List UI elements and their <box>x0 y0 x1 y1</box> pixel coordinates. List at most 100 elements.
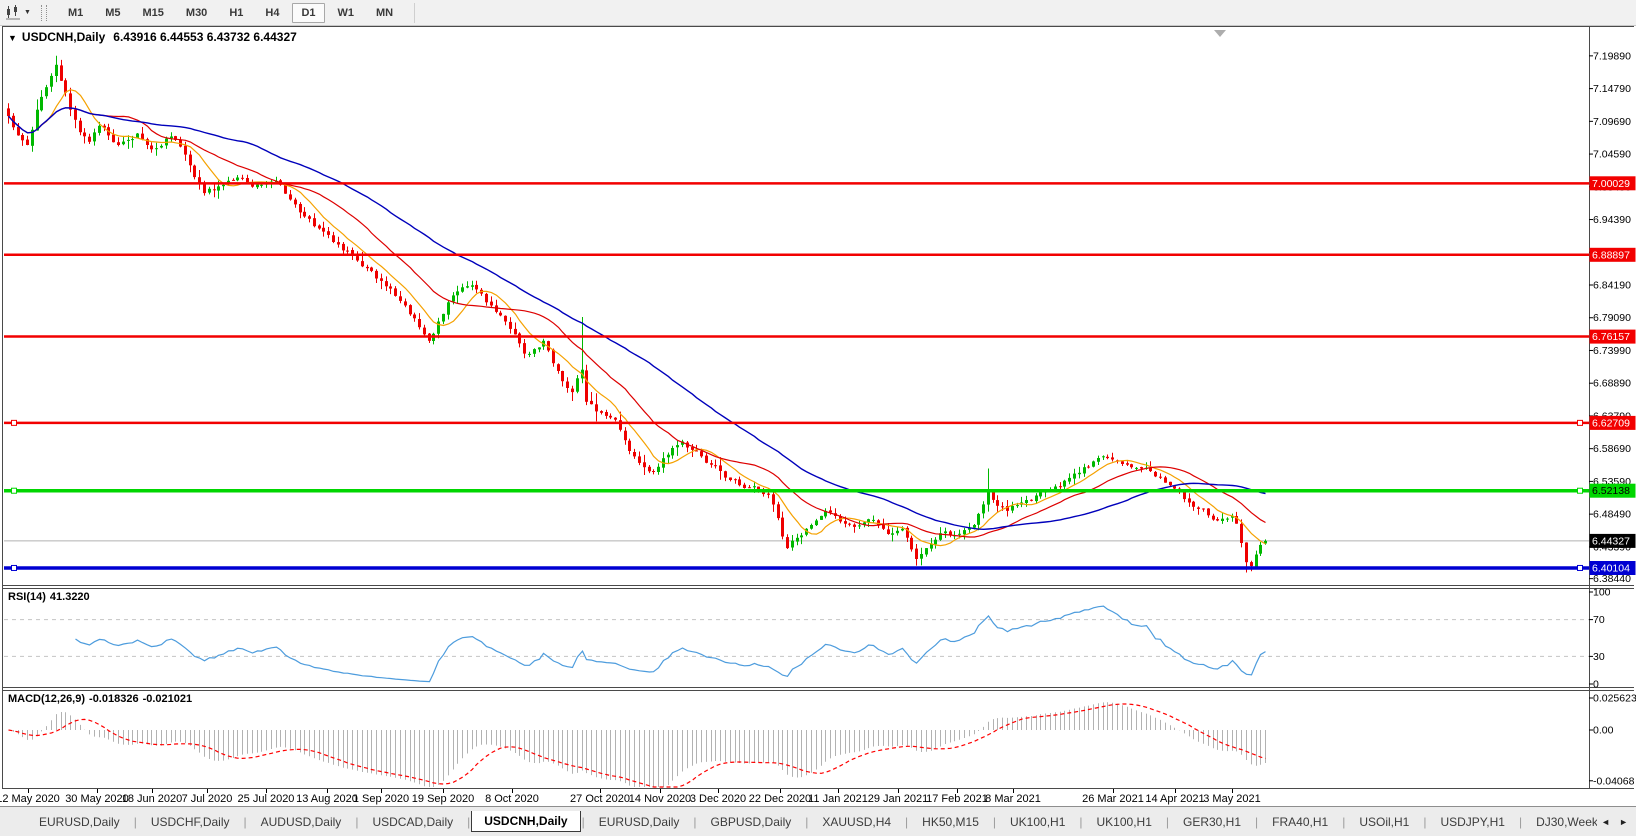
toolbar-dropdown-caret-icon[interactable]: ▼ <box>24 9 31 16</box>
symbol-tab-eurusd-daily[interactable]: EURUSD,Daily <box>586 812 693 832</box>
chart-canvas: 7.198907.147907.096907.045906.994906.943… <box>0 26 1636 805</box>
symbol-tab-uk100-h1[interactable]: UK100,H1 <box>997 812 1078 832</box>
svg-text:6.52138: 6.52138 <box>1592 485 1630 497</box>
symbol-tab-gbpusd-daily[interactable]: GBPUSD,Daily <box>698 812 805 832</box>
rsi-line <box>75 605 1266 683</box>
macd-signal-line <box>8 703 1266 788</box>
timeframe-button-h4[interactable]: H4 <box>256 3 288 23</box>
svg-text:100: 100 <box>1593 587 1611 599</box>
symbol-tab-usdcad-daily[interactable]: USDCAD,Daily <box>359 812 466 832</box>
svg-text:7.19890: 7.19890 <box>1593 50 1631 62</box>
timeframe-button-m5[interactable]: M5 <box>96 3 129 23</box>
pane-borders <box>2 26 1634 789</box>
svg-text:14 Apr 2021: 14 Apr 2021 <box>1145 793 1204 805</box>
svg-text:7.04590: 7.04590 <box>1593 149 1631 161</box>
svg-text:29 Jan 2021: 29 Jan 2021 <box>868 793 929 805</box>
symbol-tab-eurusd-daily[interactable]: EURUSD,Daily <box>26 812 133 832</box>
svg-text:11 Jan 2021: 11 Jan 2021 <box>808 793 868 805</box>
ma-fast-line <box>8 89 1266 547</box>
macd-signal <box>8 703 1266 788</box>
svg-text:19 Sep 2020: 19 Sep 2020 <box>412 793 474 805</box>
timeframe-button-mn[interactable]: MN <box>367 3 402 23</box>
chart-ohlc-values: 6.43916 6.44553 6.43732 6.44327 <box>113 30 297 44</box>
candles-layer <box>7 55 1267 573</box>
tab-scroll-left-icon[interactable]: ◄ <box>1601 817 1610 827</box>
tab-scroll-buttons: ◄ ► <box>1601 817 1628 827</box>
hline-handle <box>1577 419 1583 426</box>
top-toolbar: ▼ M1 M5 M15 M30 H1 H4 D1 W1 MN <box>0 0 1636 26</box>
svg-text:3 Dec 2020: 3 Dec 2020 <box>690 793 746 805</box>
rsi-name: RSI(14) <box>8 591 46 603</box>
symbol-tab-audusd-daily[interactable]: AUDUSD,Daily <box>248 812 355 832</box>
svg-text:6.88897: 6.88897 <box>1592 249 1630 261</box>
svg-text:7.00029: 7.00029 <box>1592 178 1630 190</box>
chart-type-icon[interactable] <box>4 5 22 21</box>
date-axis[interactable]: 12 May 2020 30 May 202018 Jun 2020 7 Jul 2… <box>0 789 1261 805</box>
chart-shift-marker-icon[interactable] <box>1214 30 1226 37</box>
svg-text:30: 30 <box>1593 651 1605 663</box>
macd-name: MACD(12,26,9) <box>8 693 86 705</box>
svg-text:6.58690: 6.58690 <box>1593 443 1631 455</box>
svg-text:18 Jun 2020: 18 Jun 2020 <box>122 793 183 805</box>
svg-text:17 Feb 2021: 17 Feb 2021 <box>926 793 988 805</box>
hline-handle <box>11 487 17 494</box>
svg-text:13 Aug 2020: 13 Aug 2020 <box>296 793 358 805</box>
svg-text:6.94390: 6.94390 <box>1593 214 1631 226</box>
macd-indicator-label: MACD(12,26,9) -0.018326 -0.021021 <box>8 693 196 705</box>
ma-slow-line <box>7 107 1266 531</box>
symbol-tab-dj30-weekly[interactable]: DJ30,Weekly <box>1523 812 1597 832</box>
svg-text:0.025623: 0.025623 <box>1593 693 1636 705</box>
svg-text:6.79090: 6.79090 <box>1593 312 1631 324</box>
hline-handle <box>11 419 17 426</box>
svg-text:6.40104: 6.40104 <box>1592 562 1630 574</box>
horizontal-lines[interactable] <box>4 182 1589 571</box>
svg-text:27 Oct 2020: 27 Oct 2020 <box>570 793 630 805</box>
symbol-tabs: EURUSD,Daily | USDCHF,Daily | AUDUSD,Daily | U… <box>26 811 1597 833</box>
symbol-tab-usdcnh-daily[interactable]: USDCNH,Daily <box>471 811 581 832</box>
symbol-tab-xauusd-h4[interactable]: XAUUSD,H4 <box>809 812 904 832</box>
hline-handle <box>11 564 17 571</box>
svg-text:1 Sep 2020: 1 Sep 2020 <box>353 793 409 805</box>
svg-text:6.68890: 6.68890 <box>1593 378 1631 390</box>
rsi-indicator-label: RSI(14) 41.3220 <box>8 591 94 603</box>
svg-text:25 Jul 2020: 25 Jul 2020 <box>238 793 295 805</box>
svg-text:7.09690: 7.09690 <box>1593 116 1631 128</box>
svg-text:70: 70 <box>1593 614 1605 626</box>
symbol-tab-uk100-h1[interactable]: UK100,H1 <box>1084 812 1165 832</box>
rsi-value: 41.3220 <box>49 591 90 603</box>
svg-text:30 May 2020: 30 May 2020 <box>65 793 129 805</box>
tab-scroll-right-icon[interactable]: ► <box>1619 817 1628 827</box>
chart-symbol-label: USDCNH,Daily <box>21 30 106 44</box>
timeframe-button-d1[interactable]: D1 <box>292 2 325 23</box>
symbol-tab-usdchf-daily[interactable]: USDCHF,Daily <box>138 812 243 832</box>
svg-text:14 Nov 2020: 14 Nov 2020 <box>629 793 691 805</box>
rsi-axis[interactable]: 100 70 30 0 <box>1589 587 1611 691</box>
price-axis[interactable]: 7.198907.147907.096907.045906.994906.943… <box>1589 50 1631 585</box>
symbol-tab-fra40-h1[interactable]: FRA40,H1 <box>1259 812 1341 832</box>
svg-text:6.84190: 6.84190 <box>1593 280 1631 292</box>
macd-axis[interactable]: 0.025623 0.00 -0.04068 <box>1589 693 1636 788</box>
chart-collapse-icon[interactable]: ▼ <box>8 33 17 43</box>
svg-text:-0.04068: -0.04068 <box>1593 775 1635 787</box>
toolbar-separator <box>414 2 416 23</box>
svg-text:8 Mar 2021: 8 Mar 2021 <box>985 793 1041 805</box>
svg-text:3 May 2021: 3 May 2021 <box>1203 793 1260 805</box>
svg-text:6.44327: 6.44327 <box>1592 535 1630 547</box>
timeframe-button-m30[interactable]: M30 <box>177 3 216 23</box>
symbol-tab-ger30-h1[interactable]: GER30,H1 <box>1170 812 1254 832</box>
svg-text:12 May 2020: 12 May 2020 <box>0 793 60 805</box>
hline-handle <box>1577 487 1583 494</box>
timeframe-button-h1[interactable]: H1 <box>220 3 252 23</box>
svg-text:7 Jul 2020: 7 Jul 2020 <box>182 793 233 805</box>
symbol-tab-usoil-h1[interactable]: USOil,H1 <box>1346 812 1422 832</box>
svg-text:6.76157: 6.76157 <box>1592 331 1630 343</box>
timeframe-button-m1[interactable]: M1 <box>59 3 92 23</box>
symbol-tab-hk50-m15[interactable]: HK50,M15 <box>909 812 992 832</box>
svg-text:6.73990: 6.73990 <box>1593 345 1631 357</box>
timeframe-button-w1[interactable]: W1 <box>329 3 364 23</box>
timeframe-button-m15[interactable]: M15 <box>134 3 173 23</box>
symbol-tab-usdjpy-h1[interactable]: USDJPY,H1 <box>1427 812 1517 832</box>
symbol-tab-bar: EURUSD,Daily | USDCHF,Daily | AUDUSD,Daily | U… <box>0 806 1636 836</box>
toolbar-grip[interactable] <box>40 4 47 21</box>
svg-text:0: 0 <box>1593 679 1599 691</box>
